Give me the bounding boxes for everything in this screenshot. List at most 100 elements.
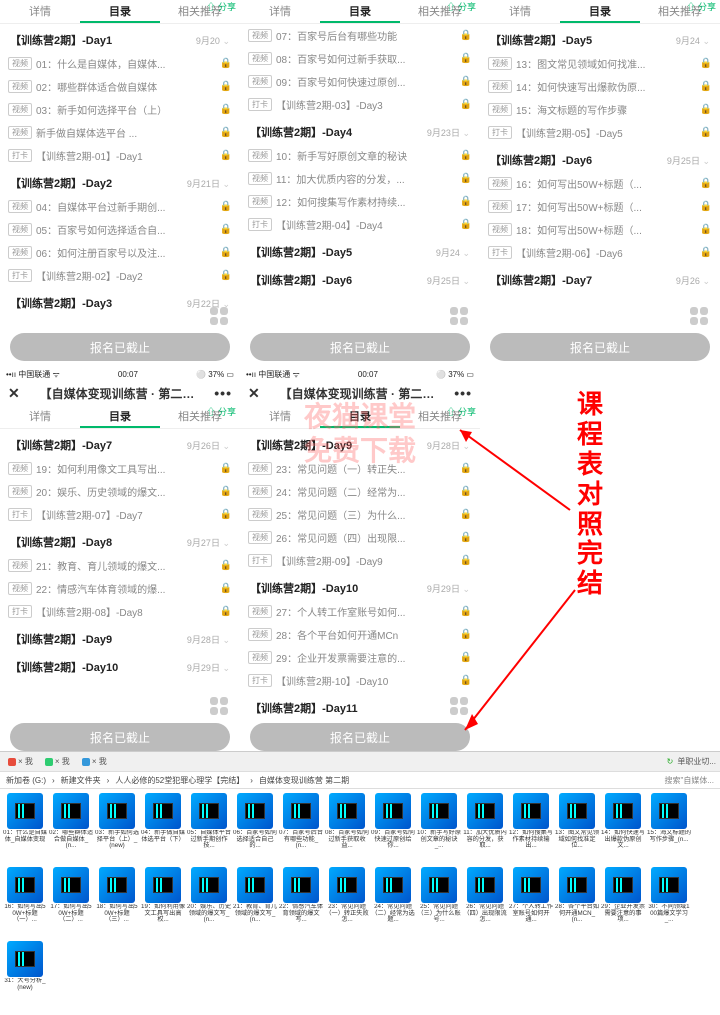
day-header[interactable]: 【训练营2期】-Day69月25日 ⌄ [248, 264, 472, 292]
day-header[interactable]: 【训练营2期】-Day89月27日 ⌄ [8, 526, 232, 554]
close-icon[interactable]: ✕ [8, 385, 20, 402]
day-header[interactable]: 【训练营2期】-Day39月22日 ⌄ [8, 287, 232, 315]
share-button[interactable]: ⇧ 分享 [206, 405, 236, 418]
day-header[interactable]: 【训练营2期】-Day79月26日 ⌄ [8, 429, 232, 457]
enroll-closed-button[interactable]: 报名已截止 [490, 333, 710, 361]
share-button[interactable]: ⇧ 分享 [446, 405, 476, 418]
lesson-item[interactable]: 视频新手做自媒体选平台 ...🔒 [8, 121, 232, 144]
file-item[interactable]: 05：自媒体平台过新手期创作技... [186, 793, 232, 867]
tab-detail[interactable]: 详情 [240, 405, 320, 428]
share-button[interactable]: ⇧ 分享 [446, 0, 476, 13]
share-button[interactable]: ⇧ 分享 [206, 0, 236, 13]
lesson-item[interactable]: 视频11：加大优质内容的分发，...🔒 [248, 167, 472, 190]
lesson-item[interactable]: 视频06：如何注册百家号以及注...🔒 [8, 241, 232, 264]
tab-2[interactable]: × 我 [41, 755, 74, 768]
lesson-item[interactable]: 视频22：情感汽车体育领域的爆...🔒 [8, 577, 232, 600]
day-header[interactable]: 【训练营2期】-Day79月26 ⌄ [488, 264, 712, 292]
file-item[interactable]: 11：加大优质内容的分发，获取... [462, 793, 508, 867]
explorer-breadcrumb[interactable]: 新加卷 (G:)› 新建文件夹› 人人必修的52堂犯罪心理学【完结】› 自媒体变… [0, 771, 720, 789]
grid-icon[interactable] [690, 307, 708, 325]
day-header[interactable]: 【训练营2期】-Day11 ⌄ [248, 692, 472, 720]
day-header[interactable]: 【训练营2期】-Day99月28日 ⌄ [248, 429, 472, 457]
file-item[interactable]: 23：常见问题（一）转正失败怎... [324, 867, 370, 941]
lesson-item[interactable]: 视频16：如何写出50W+标题（...🔒 [488, 172, 712, 195]
tab-catalog[interactable]: 目录 [320, 405, 400, 428]
close-icon[interactable]: ✕ [248, 385, 260, 402]
grid-icon[interactable] [450, 697, 468, 715]
lesson-item[interactable]: 打卡【训练营2期-02】-Day2🔒 [8, 264, 232, 287]
share-button[interactable]: ⇧ 分享 [686, 0, 716, 13]
file-item[interactable]: 12：如何搜集写作素材持续输出... [508, 793, 554, 867]
day-header[interactable]: 【训练营2期】-Day69月25日 ⌄ [488, 144, 712, 172]
file-item[interactable]: 26：常见问题（四）出现限流怎... [462, 867, 508, 941]
enroll-closed-button[interactable]: 报名已截止 [10, 333, 230, 361]
file-item[interactable]: 08：百家号如何过新手获取收益... [324, 793, 370, 867]
lesson-item[interactable]: 视频01：什么是自媒体，自媒体...🔒 [8, 52, 232, 75]
lesson-item[interactable]: 视频29：企业开发票需要注意的...🔒 [248, 646, 472, 669]
file-item[interactable]: 29：企业开发票需要注意的事项... [600, 867, 646, 941]
file-item[interactable]: 21：教育、育儿领域的爆文写_(n... [232, 867, 278, 941]
tab-detail[interactable]: 详情 [0, 405, 80, 428]
lesson-item[interactable]: 视频25：常见问题（三）为什么...🔒 [248, 503, 472, 526]
lesson-item[interactable]: 视频23：常见问题（一）转正失...🔒 [248, 457, 472, 480]
lesson-item[interactable]: 视频24：常见问题（二）经常为...🔒 [248, 480, 472, 503]
lesson-item[interactable]: 视频18：如何写出50W+标题（...🔒 [488, 218, 712, 241]
file-item[interactable]: 31：大号分析_(new) [2, 941, 48, 1015]
tab-detail[interactable]: 详情 [480, 0, 560, 23]
tab-3[interactable]: × 我 [78, 755, 111, 768]
lesson-item[interactable]: 视频26：常见问题（四）出现限...🔒 [248, 526, 472, 549]
file-item[interactable]: 09：百家号如何快速过原创给你... [370, 793, 416, 867]
file-item[interactable]: 13：图文常见领域如何找准定位... [554, 793, 600, 867]
grid-icon[interactable] [450, 307, 468, 325]
lesson-item[interactable]: 视频19：如何利用像文工具写出...🔒 [8, 457, 232, 480]
lesson-item[interactable]: 视频17：如何写出50W+标题（...🔒 [488, 195, 712, 218]
lesson-item[interactable]: 视频07：百家号后台有哪些功能🔒 [248, 24, 472, 47]
more-icon[interactable]: ••• [214, 385, 232, 401]
lesson-item[interactable]: 视频03：新手如何选择平台（上）🔒 [8, 98, 232, 121]
lesson-item[interactable]: 视频10：新手写好原创文章的秘诀🔒 [248, 144, 472, 167]
file-item[interactable]: 07：百家号后台有哪些功能_(n... [278, 793, 324, 867]
file-item[interactable]: 19：如何利用像文工具写出高权... [140, 867, 186, 941]
lesson-item[interactable]: 视频13：图文常见领域如何找准...🔒 [488, 52, 712, 75]
day-header[interactable]: 【训练营2期】-Day29月21日 ⌄ [8, 167, 232, 195]
file-item[interactable]: 01：什么是自媒体_自媒体变现 [2, 793, 48, 867]
file-item[interactable]: 04：新手做自媒体选平台（下） [140, 793, 186, 867]
file-item[interactable]: 16：如何写出50W+标题（一）... [2, 867, 48, 941]
lesson-item[interactable]: 打卡【训练营2期-10】-Day10🔒 [248, 669, 472, 692]
file-item[interactable]: 03：新手如何选择平台（上）_(new) [94, 793, 140, 867]
enroll-closed-button[interactable]: 报名已截止 [250, 333, 470, 361]
file-item[interactable]: 25：常见问题（三）为什么账号... [416, 867, 462, 941]
file-item[interactable]: 17：如何写出50W+标题（二）... [48, 867, 94, 941]
file-item[interactable]: 28：各个平台如何开通MCN_(n... [554, 867, 600, 941]
tab-detail[interactable]: 详情 [240, 0, 320, 23]
lesson-item[interactable]: 视频21：教育、育儿领域的爆文...🔒 [8, 554, 232, 577]
lesson-item[interactable]: 视频14：如何快速写出爆款伪原...🔒 [488, 75, 712, 98]
file-item[interactable]: 10：新手写好原创文章的秘诀_... [416, 793, 462, 867]
file-item[interactable]: 22：情感汽车体育领域的爆文写... [278, 867, 324, 941]
tab-catalog[interactable]: 目录 [320, 0, 400, 23]
file-item[interactable]: 14：如何快速写出爆款伪原创文... [600, 793, 646, 867]
day-header[interactable]: 【训练营2期】-Day59月24 ⌄ [488, 24, 712, 52]
day-header[interactable]: 【训练营2期】-Day49月23日 ⌄ [248, 116, 472, 144]
day-header[interactable]: 【训练营2期】-Day99月28日 ⌄ [8, 623, 232, 651]
lesson-item[interactable]: 视频08：百家号如何过新手获取...🔒 [248, 47, 472, 70]
lesson-item[interactable]: 视频05：百家号如何选择适合自...🔒 [8, 218, 232, 241]
file-item[interactable]: 18：如何写出50W+标题（三）... [94, 867, 140, 941]
grid-icon[interactable] [210, 697, 228, 715]
lesson-item[interactable]: 打卡【训练营2期-06】-Day6🔒 [488, 241, 712, 264]
enroll-closed-button[interactable]: 报名已截止 [10, 723, 230, 751]
tab-1[interactable]: × 我 [4, 755, 37, 768]
lesson-item[interactable]: 打卡【训练营2期-09】-Day9🔒 [248, 549, 472, 572]
enroll-closed-button[interactable]: 报名已截止 [250, 723, 470, 751]
lesson-item[interactable]: 打卡【训练营2期-05】-Day5🔒 [488, 121, 712, 144]
lesson-item[interactable]: 打卡【训练营2期-03】-Day3🔒 [248, 93, 472, 116]
grid-icon[interactable] [210, 307, 228, 325]
lesson-item[interactable]: 视频02：哪些群体适合做自媒体🔒 [8, 75, 232, 98]
file-item[interactable]: 30：不同领域100篇爆文学习_... [646, 867, 692, 941]
file-item[interactable]: 15：海文标题的写作步骤_(n... [646, 793, 692, 867]
lesson-item[interactable]: 打卡【训练营2期-08】-Day8🔒 [8, 600, 232, 623]
more-icon[interactable]: ••• [454, 385, 472, 401]
file-item[interactable]: 02：哪些群体适合做自媒体_(n... [48, 793, 94, 867]
tab-detail[interactable]: 详情 [0, 0, 80, 23]
lesson-item[interactable]: 打卡【训练营2期-04】-Day4🔒 [248, 213, 472, 236]
